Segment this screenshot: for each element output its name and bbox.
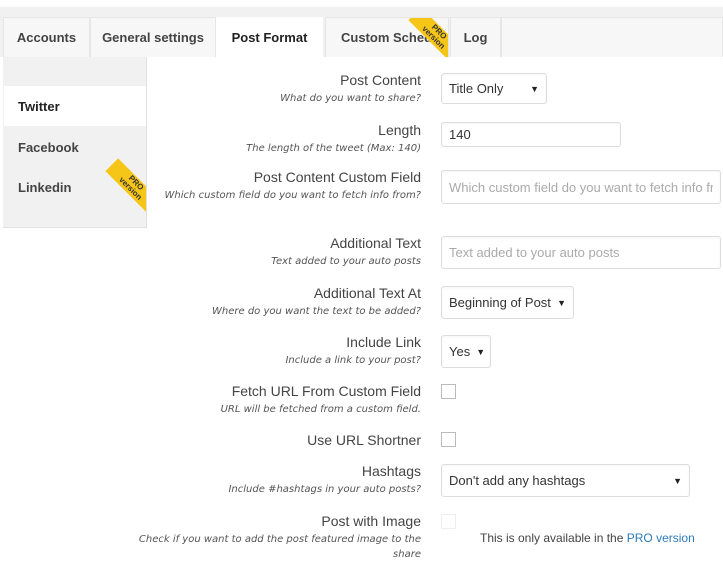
label-desc: Where do you want the text to be added? (212, 306, 421, 317)
length-input[interactable]: 140 (441, 122, 621, 147)
select-value: Beginning of Post (449, 295, 551, 310)
hashtags-select[interactable]: Don't add any hashtags ▼ (441, 464, 690, 497)
custom-field-label: Post Content Custom Field Which custom fi… (141, 169, 421, 203)
tab-general-settings[interactable]: General settings (90, 17, 216, 57)
additional-text-at-label: Additional Text At Where do you want the … (141, 285, 421, 319)
hashtags-label: Hashtags Include #hashtags in your auto p… (141, 463, 421, 497)
select-value: Don't add any hashtags (449, 473, 586, 488)
network-sidebar: Twitter Facebook Linkedin PRO version (3, 57, 147, 228)
label-text: Length (378, 122, 421, 138)
custom-field-input[interactable]: Which custom field do you want to fetch … (441, 170, 721, 204)
fetch-url-label: Fetch URL From Custom Field URL will be f… (141, 383, 421, 417)
url-shortner-label: Use URL Shortner (141, 432, 421, 448)
post-with-image-checkbox (441, 514, 456, 529)
label-desc: Include #hashtags in your auto posts? (228, 484, 421, 495)
caret-down-icon: ▼ (530, 83, 539, 94)
sidebar-item-twitter[interactable]: Twitter (4, 86, 146, 126)
label-desc: Text added to your auto posts (271, 256, 421, 267)
tab-label: General settings (102, 30, 204, 45)
label-desc: Which custom field do you want to fetch … (164, 190, 421, 201)
label-desc: Include a link to your post? (285, 355, 421, 366)
post-with-image-label: Post with Image Check if you want to add … (121, 513, 421, 558)
tab-log[interactable]: Log (450, 17, 501, 57)
additional-text-label: Additional Text Text added to your auto p… (141, 235, 421, 269)
label-text: Additional Text (330, 235, 421, 251)
note-text: This is only available in the (480, 531, 627, 545)
include-link-label: Include Link Include a link to your post? (141, 334, 421, 368)
caret-down-icon: ▼ (673, 475, 682, 486)
label-text: Hashtags (361, 463, 421, 479)
label-text: Fetch URL From Custom Field (231, 383, 421, 399)
label-text: Use URL Shortner (307, 432, 421, 448)
label-text: Additional Text At (313, 285, 421, 301)
label-text: Include Link (346, 334, 421, 350)
tab-custom-schedule[interactable]: Custom Schedule PRO version (325, 17, 449, 57)
input-placeholder: Text added to your auto posts (449, 245, 620, 260)
caret-down-icon: ▼ (476, 346, 486, 357)
pro-version-link[interactable]: PRO version (627, 531, 695, 545)
url-shortner-checkbox[interactable] (441, 432, 456, 447)
additional-text-input[interactable]: Text added to your auto posts (441, 236, 721, 269)
label-desc: URL will be fetched from a custom field. (220, 404, 421, 415)
input-placeholder: Which custom field do you want to fetch … (449, 179, 713, 195)
select-value: Yes (449, 344, 471, 359)
select-value: Title Only (449, 81, 504, 96)
label-text: Post with Image (321, 513, 421, 529)
post-content-label: Post Content What do you want to share? (141, 72, 421, 106)
length-label: Length The length of the tweet (Max: 140) (141, 122, 421, 156)
fetch-url-checkbox[interactable] (441, 384, 456, 399)
tab-accounts[interactable]: Accounts (3, 17, 90, 57)
sidebar-item-label: Linkedin (18, 179, 72, 195)
post-content-select[interactable]: Title Only ▼ (441, 73, 547, 104)
label-text: Post Content Custom Field (253, 169, 421, 185)
label-desc: What do you want to share? (280, 93, 421, 104)
include-link-select[interactable]: Yes ▼ (441, 335, 491, 368)
tab-label: Accounts (16, 30, 77, 45)
label-desc: The length of the tweet (Max: 140) (246, 143, 421, 154)
sidebar-item-facebook[interactable]: Facebook (4, 127, 146, 167)
sidebar-item-label: Twitter (18, 98, 60, 114)
label-text: Post Content (340, 72, 421, 88)
label-desc: Check if you want to add the post featur… (138, 534, 421, 558)
tab-label: Post Format (231, 30, 308, 45)
sidebar-item-label: Facebook (18, 139, 79, 155)
caret-down-icon: ▼ (557, 297, 566, 308)
tab-label: Log (463, 30, 488, 45)
pro-note: This is only available in the PRO versio… (480, 531, 695, 545)
tab-empty (501, 17, 723, 57)
tab-post-format[interactable]: Post Format (216, 17, 323, 57)
input-value: 140 (449, 127, 471, 142)
additional-text-at-select[interactable]: Beginning of Post ▼ (441, 286, 574, 319)
